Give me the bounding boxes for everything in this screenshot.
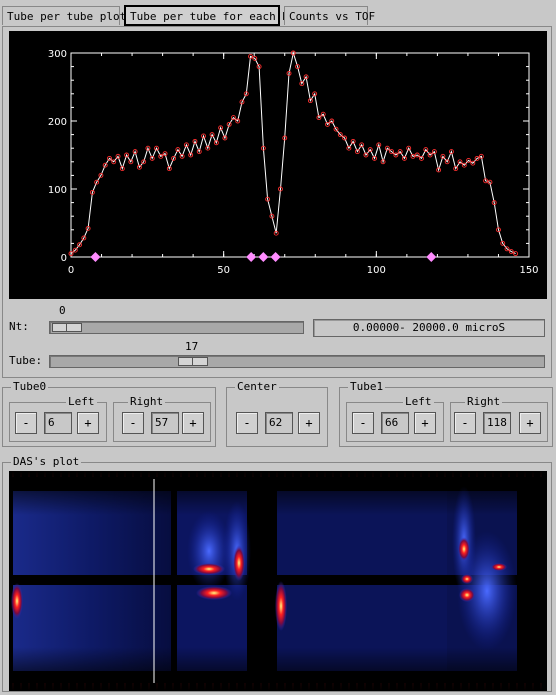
tab-panel: 0 50 100 150 0 100 200 300 0 Nt: 0.00000- 20000… — [2, 26, 552, 378]
nt-slider-thumb[interactable] — [52, 323, 82, 332]
x-tick-label: 0 — [68, 265, 74, 276]
tube-marker — [270, 252, 281, 262]
y-tick-label: 200 — [48, 117, 67, 128]
y-tick-label: 100 — [48, 185, 67, 196]
nt-slider[interactable] — [49, 321, 304, 334]
das-plot-group: DAS's plot — [2, 455, 552, 692]
nt-label: Nt: — [9, 320, 29, 333]
tube0-left-group: Left - 6 + — [9, 395, 107, 442]
tube0-right-group: Right - 57 + — [113, 395, 211, 442]
center-minus-button[interactable]: - — [236, 412, 258, 434]
center-plus-button[interactable]: + — [298, 412, 320, 434]
das-heatmap — [9, 471, 547, 691]
tube-slider[interactable] — [49, 355, 545, 368]
tab-tube-per-tube-plot[interactable]: Tube per tube plot — [2, 6, 126, 25]
x-tick-label: 100 — [367, 265, 386, 276]
x-tick-label: 150 — [519, 265, 538, 276]
center-title: Center — [235, 380, 279, 394]
tube1-group: Tube1 Left - 66 + Right - 118 + — [339, 380, 553, 447]
chart-svg: 0 50 100 150 0 100 200 300 — [48, 49, 539, 276]
tube-marker — [426, 252, 437, 262]
tube1-right-group: Right - 118 + — [450, 395, 548, 442]
tube0-left-field[interactable]: 6 — [44, 412, 72, 434]
tube1-left-group: Left - 66 + — [346, 395, 444, 442]
counts-plot: 0 50 100 150 0 100 200 300 — [9, 31, 547, 299]
tab-tube-per-tube-each-nt[interactable]: Tube per tube for each Nt — [124, 5, 296, 26]
tube0-left-title: Left — [66, 395, 97, 409]
series-line — [70, 51, 516, 255]
tube-marker — [258, 252, 269, 262]
tube0-right-plus-button[interactable]: + — [182, 412, 204, 434]
nt-slider-value: 0 — [59, 304, 66, 317]
tube0-right-minus-button[interactable]: - — [122, 412, 144, 434]
tube0-group: Tube0 Left - 6 + Right - 57 + — [2, 380, 216, 447]
tab-counts-vs-tof[interactable]: Counts vs TOF — [284, 6, 375, 25]
das-plot-title: DAS's plot — [11, 455, 82, 469]
tube-label: Tube: — [9, 354, 43, 367]
tube1-left-field[interactable]: 66 — [381, 412, 409, 434]
tube-slider-value: 17 — [185, 340, 199, 353]
tube-slider-thumb[interactable] — [178, 357, 208, 366]
tube1-right-title: Right — [465, 395, 503, 409]
y-tick-label: 0 — [61, 253, 67, 264]
nt-range-display: 0.00000- 20000.0 microS — [313, 319, 545, 337]
center-group: Center - 62 + — [226, 380, 328, 447]
tube0-right-title: Right — [128, 395, 166, 409]
tube1-left-title: Left — [403, 395, 434, 409]
center-field[interactable]: 62 — [265, 412, 293, 434]
tube1-right-minus-button[interactable]: - — [454, 412, 476, 434]
das-heatmap-svg — [9, 471, 547, 691]
tube1-title: Tube1 — [348, 380, 386, 394]
y-tick-label: 300 — [48, 49, 67, 60]
tube0-title: Tube0 — [11, 380, 49, 394]
tube0-right-field[interactable]: 57 — [151, 412, 179, 434]
tube1-right-plus-button[interactable]: + — [519, 412, 541, 434]
tube1-left-plus-button[interactable]: + — [414, 412, 436, 434]
tube-marker — [246, 252, 257, 262]
x-tick-label: 50 — [217, 265, 230, 276]
tube-marker — [90, 252, 101, 262]
tube1-left-minus-button[interactable]: - — [352, 412, 374, 434]
tube1-right-field[interactable]: 118 — [483, 412, 511, 434]
tube0-left-plus-button[interactable]: + — [77, 412, 99, 434]
tube0-left-minus-button[interactable]: - — [15, 412, 37, 434]
